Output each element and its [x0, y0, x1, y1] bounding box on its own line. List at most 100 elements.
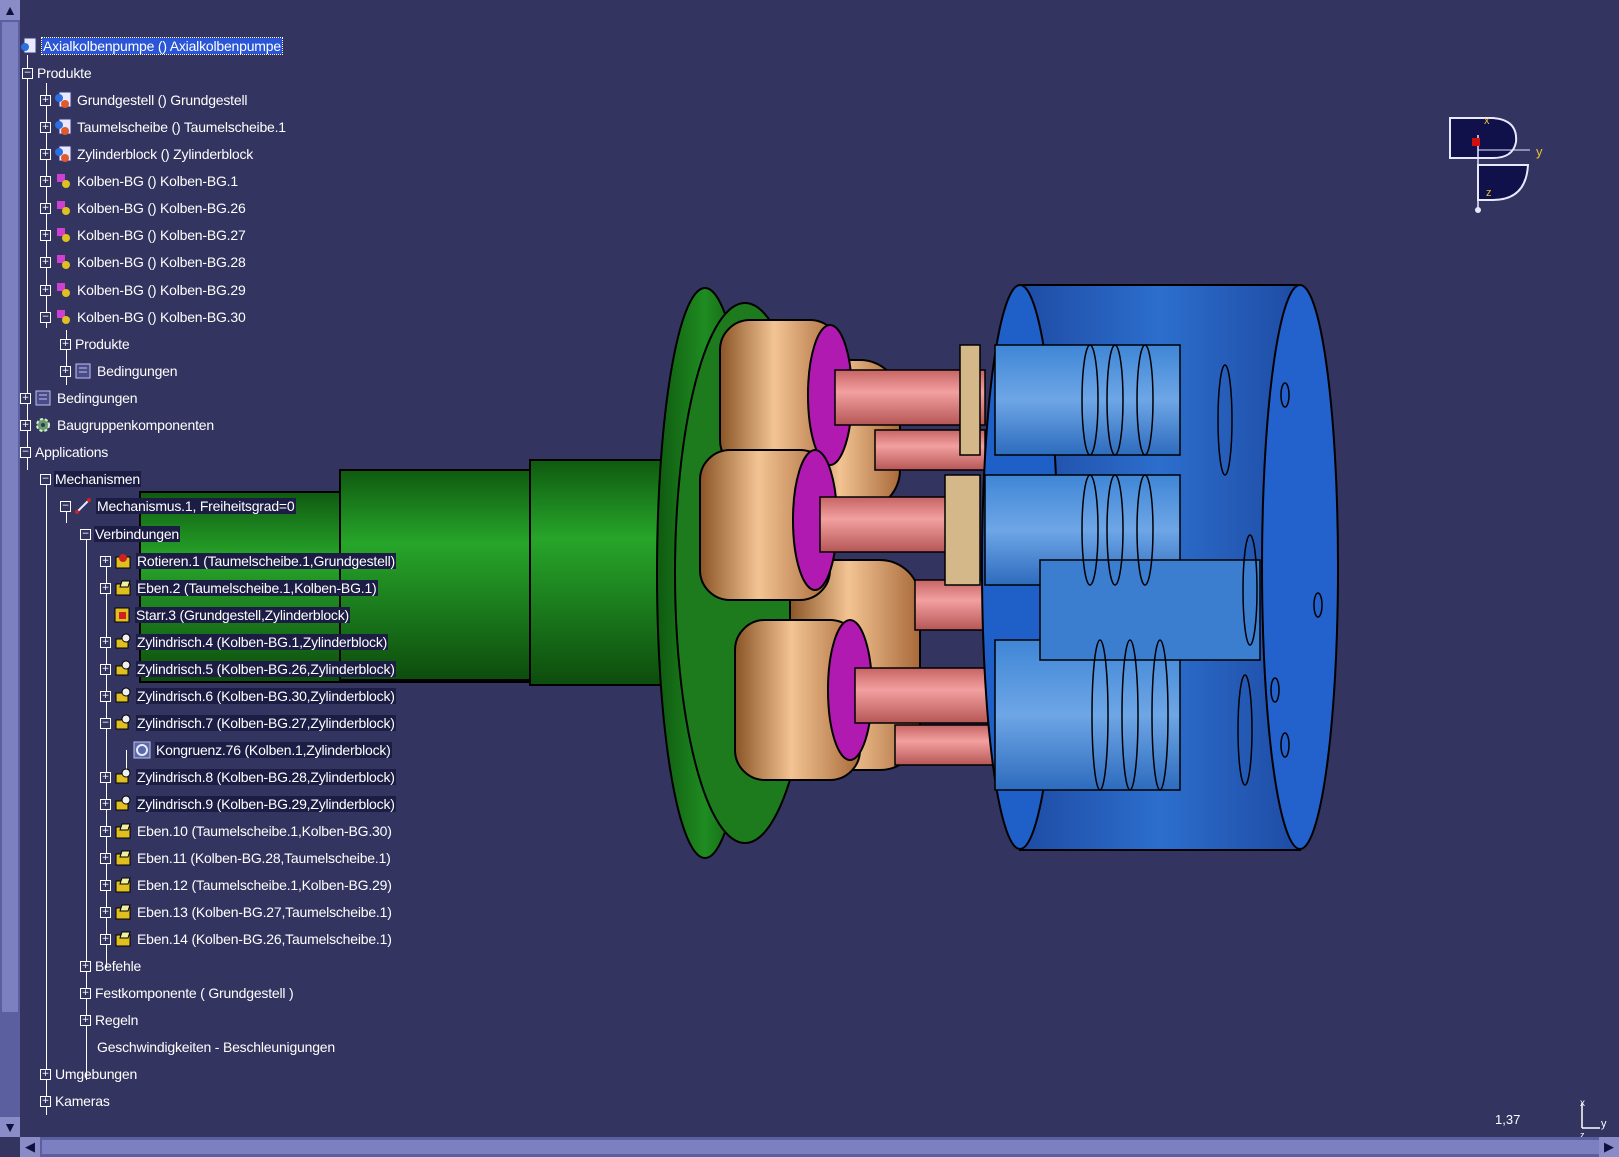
- tree-item-kolben30-bedingungen[interactable]: + Bedingungen: [60, 360, 178, 382]
- expand-icon[interactable]: +: [100, 582, 111, 594]
- tree-item-eben-12[interactable]: + Eben.12 (Taumelscheibe.1,Kolben-BG.29): [100, 874, 393, 896]
- tree-item-kolben-26[interactable]: + Kolben-BG () Kolben-BG.26: [40, 197, 247, 219]
- tree-item-verbindungen[interactable]: − Verbindungen: [80, 523, 181, 545]
- tree-item-taumelscheibe[interactable]: + Taumelscheibe () Taumelscheibe.1: [40, 116, 287, 138]
- scroll-down-arrow-icon[interactable]: ▼: [0, 1117, 20, 1137]
- tree-item-eben-2[interactable]: + Eben.2 (Taumelscheibe.1,Kolben-BG.1): [100, 577, 378, 599]
- expand-icon[interactable]: +: [20, 419, 31, 431]
- tree-item-zylindrisch-9[interactable]: + Zylindrisch.9 (Kolben-BG.29,Zylinderbl…: [100, 793, 396, 815]
- sub-assembly-icon: [54, 253, 72, 271]
- expand-icon[interactable]: +: [60, 365, 71, 377]
- collapse-icon[interactable]: −: [80, 528, 91, 540]
- collapse-icon[interactable]: −: [22, 67, 33, 79]
- tree-root[interactable]: Axialkolbenpumpe () Axialkolbenpumpe: [20, 35, 283, 57]
- horizontal-scroll-thumb[interactable]: [42, 1140, 1602, 1154]
- expand-icon[interactable]: +: [60, 338, 71, 350]
- tree-item-kolben-1[interactable]: + Kolben-BG () Kolben-BG.1: [40, 170, 239, 192]
- expand-icon[interactable]: +: [40, 175, 51, 187]
- tree-item-befehle[interactable]: + Befehle: [80, 955, 142, 977]
- tree-item-kolben30-produkte[interactable]: + Produkte: [60, 333, 130, 355]
- tree-item-kolben-29[interactable]: + Kolben-BG () Kolben-BG.29: [40, 279, 247, 301]
- planar-joint-icon: [114, 930, 132, 948]
- expand-icon[interactable]: +: [20, 392, 31, 404]
- expand-icon[interactable]: +: [40, 1068, 51, 1080]
- expand-icon[interactable]: +: [100, 933, 111, 945]
- tree-item-festkomponente[interactable]: + Festkomponente ( Grundgestell ): [80, 982, 294, 1004]
- tree-item-umgebungen[interactable]: + Umgebungen: [40, 1063, 138, 1085]
- product-icon: [54, 145, 72, 163]
- tree-item-regeln[interactable]: + Regeln: [80, 1009, 139, 1031]
- tree-item-kongruenz-76[interactable]: Kongruenz.76 (Kolben.1,Zylinderblock): [133, 739, 392, 761]
- expand-icon[interactable]: +: [80, 987, 91, 999]
- expand-icon[interactable]: +: [80, 960, 91, 972]
- tree-item-eben-13[interactable]: + Eben.13 (Kolben-BG.27,Taumelscheibe.1): [100, 901, 393, 923]
- expand-icon[interactable]: +: [40, 94, 51, 106]
- expand-icon[interactable]: +: [40, 229, 51, 241]
- tree-item-zylindrisch-8[interactable]: + Zylindrisch.8 (Kolben-BG.28,Zylinderbl…: [100, 766, 396, 788]
- cylindrical-joint-icon: [114, 660, 132, 678]
- tree-item-mechanismen[interactable]: − Mechanismen: [40, 468, 141, 490]
- expand-icon[interactable]: +: [100, 798, 111, 810]
- expand-icon[interactable]: +: [80, 1014, 91, 1026]
- tree-root-label: Axialkolbenpumpe () Axialkolbenpumpe: [41, 37, 283, 55]
- collapse-icon[interactable]: −: [20, 446, 31, 458]
- tree-item-mechanismus[interactable]: − Mechanismus.1, Freiheitsgrad=0: [60, 495, 296, 517]
- scroll-up-arrow-icon[interactable]: ▲: [0, 0, 20, 20]
- collapse-icon[interactable]: −: [60, 500, 71, 512]
- vertical-scrollbar[interactable]: ▲ ▼: [0, 0, 20, 1137]
- expand-icon[interactable]: +: [100, 852, 111, 864]
- expand-icon[interactable]: +: [40, 148, 51, 160]
- revolute-joint-icon: [114, 552, 132, 570]
- tree-item-eben-10[interactable]: + Eben.10 (Taumelscheibe.1,Kolben-BG.30): [100, 820, 393, 842]
- horizontal-scrollbar[interactable]: ◀ ▶: [20, 1137, 1619, 1157]
- vertical-scroll-thumb[interactable]: [2, 22, 18, 1012]
- expand-icon[interactable]: +: [100, 555, 111, 567]
- tree-item-zylindrisch-4[interactable]: + Zylindrisch.4 (Kolben-BG.1,Zylinderblo…: [100, 631, 389, 653]
- tree-item-grundgestell[interactable]: + Grundgestell () Grundgestell: [40, 89, 248, 111]
- tree-item-geschwindigkeiten[interactable]: Geschwindigkeiten - Beschleunigungen: [96, 1036, 336, 1058]
- expand-icon[interactable]: +: [100, 879, 111, 891]
- constraints-icon: [74, 362, 92, 380]
- tree-item-zylindrisch-5[interactable]: + Zylindrisch.5 (Kolben-BG.26,Zylinderbl…: [100, 658, 396, 680]
- zoom-level: 1,37: [1495, 1112, 1521, 1127]
- tree-item-eben-14[interactable]: + Eben.14 (Kolben-BG.26,Taumelscheibe.1): [100, 928, 393, 950]
- tree-item-zylindrisch-7[interactable]: − Zylindrisch.7 (Kolben-BG.27,Zylinderbl…: [100, 712, 396, 734]
- tree-item-produkte[interactable]: − Produkte: [22, 62, 92, 84]
- expand-icon[interactable]: +: [40, 1095, 51, 1107]
- planar-joint-icon: [114, 849, 132, 867]
- tree-item-baugruppenkomponenten[interactable]: + Baugruppenkomponenten: [20, 414, 215, 436]
- scroll-left-arrow-icon[interactable]: ◀: [20, 1137, 40, 1157]
- expand-icon[interactable]: +: [100, 690, 111, 702]
- expand-icon[interactable]: +: [40, 256, 51, 268]
- tree-item-zylinderblock[interactable]: + Zylinderblock () Zylinderblock: [40, 143, 254, 165]
- tree-item-applications[interactable]: − Applications: [20, 441, 109, 463]
- collapse-icon[interactable]: −: [40, 311, 51, 323]
- tree-item-kameras[interactable]: + Kameras: [40, 1090, 111, 1112]
- swash-plate-flange: [656, 287, 816, 859]
- expand-icon[interactable]: +: [100, 636, 111, 648]
- expand-icon[interactable]: +: [40, 284, 51, 296]
- collapse-icon[interactable]: −: [40, 473, 51, 485]
- tree-item-zylindrisch-6[interactable]: + Zylindrisch.6 (Kolben-BG.30,Zylinderbl…: [100, 685, 396, 707]
- tree-item-eben-11[interactable]: + Eben.11 (Kolben-BG.28,Taumelscheibe.1): [100, 847, 392, 869]
- expand-icon[interactable]: +: [40, 121, 51, 133]
- axis-y-label: y: [1601, 1118, 1607, 1130]
- tree-item-starr-3[interactable]: Starr.3 (Grundgestell,Zylinderblock): [113, 604, 350, 626]
- compass-y-label: y: [1536, 144, 1543, 159]
- tree-item-bedingungen[interactable]: + Bedingungen: [20, 387, 138, 409]
- specification-tree[interactable]: Axialkolbenpumpe () Axialkolbenpumpe − P…: [0, 0, 620, 1137]
- sub-assembly-icon: [54, 199, 72, 217]
- expand-icon[interactable]: +: [100, 825, 111, 837]
- rigid-joint-icon: [113, 606, 131, 624]
- tree-item-kolben-28[interactable]: + Kolben-BG () Kolben-BG.28: [40, 251, 247, 273]
- tree-item-kolben-30[interactable]: − Kolben-BG () Kolben-BG.30: [40, 306, 247, 328]
- scroll-right-arrow-icon[interactable]: ▶: [1599, 1137, 1619, 1157]
- expand-icon[interactable]: +: [100, 771, 111, 783]
- compass-widget[interactable]: x y z: [1438, 110, 1548, 220]
- collapse-icon[interactable]: −: [100, 717, 111, 729]
- tree-item-rotieren-1[interactable]: + Rotieren.1 (Taumelscheibe.1,Grundgeste…: [100, 550, 396, 572]
- expand-icon[interactable]: +: [100, 906, 111, 918]
- expand-icon[interactable]: +: [100, 663, 111, 675]
- tree-item-kolben-27[interactable]: + Kolben-BG () Kolben-BG.27: [40, 224, 247, 246]
- expand-icon[interactable]: +: [40, 202, 51, 214]
